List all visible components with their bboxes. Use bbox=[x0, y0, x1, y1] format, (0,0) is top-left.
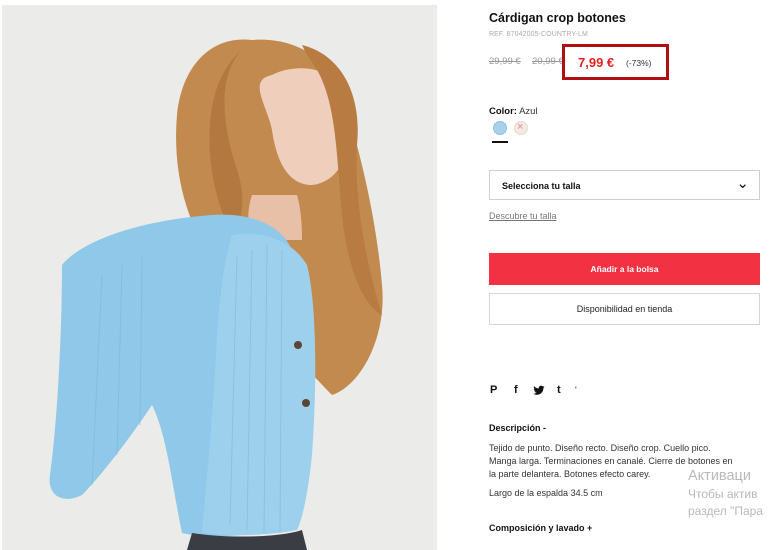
previous-sale-price: 20,99 € bbox=[532, 56, 564, 67]
size-select-label: Selecciona tu talla bbox=[502, 181, 581, 191]
description-toggle[interactable]: Descripción - bbox=[489, 423, 546, 433]
composition-toggle[interactable]: Composición y lavado + bbox=[489, 523, 592, 533]
more-share-icon[interactable]: ' bbox=[575, 383, 577, 397]
current-price-highlight: 7,99 € (-73%) bbox=[562, 44, 669, 80]
color-value: Azul bbox=[519, 106, 538, 117]
unavailable-cross-icon: × bbox=[517, 121, 524, 133]
product-image[interactable] bbox=[2, 5, 437, 550]
model-photo-illustration bbox=[2, 5, 437, 550]
watermark-line: раздел "Пара bbox=[688, 504, 763, 518]
size-select[interactable]: Selecciona tu talla ⌄ bbox=[489, 170, 760, 200]
discount-badge: (-73%) bbox=[626, 58, 652, 68]
color-swatch-blue[interactable] bbox=[493, 121, 507, 135]
tumblr-icon[interactable]: t bbox=[557, 383, 561, 397]
twitter-icon[interactable] bbox=[533, 383, 545, 400]
store-availability-button[interactable]: Disponibilidad en tienda bbox=[489, 293, 760, 325]
current-price: 7,99 € bbox=[578, 55, 615, 70]
color-label-title: Color: bbox=[489, 106, 517, 117]
selected-swatch-indicator bbox=[492, 141, 508, 143]
product-title: Cárdigan crop botones bbox=[489, 11, 626, 25]
chevron-down-icon: ⌄ bbox=[736, 175, 749, 192]
pinterest-icon[interactable]: P bbox=[490, 383, 497, 397]
activation-watermark: Активаци Чтобы актив раздел "Пара bbox=[688, 468, 777, 518]
add-to-bag-button[interactable]: Añadir a la bolsa bbox=[489, 253, 760, 285]
color-label: Color: Azul bbox=[489, 106, 538, 117]
watermark-line: Активаци bbox=[688, 468, 751, 484]
description-line: Tejido de punto. Diseño recto. Diseño cr… bbox=[489, 443, 711, 453]
facebook-icon[interactable]: f bbox=[514, 383, 518, 397]
product-reference: REF. 87042005-COUNTRY-LM bbox=[489, 31, 588, 38]
size-guide-link[interactable]: Descubre tu talla bbox=[489, 211, 557, 221]
original-price: 29,99 € bbox=[489, 56, 521, 67]
color-swatch-beige[interactable]: × bbox=[514, 121, 528, 135]
description-line: Manga larga. Terminaciones en canalé. Ci… bbox=[489, 456, 733, 467]
back-length: Largo de la espalda 34.5 cm bbox=[489, 488, 603, 498]
watermark-line: Чтобы актив bbox=[688, 487, 758, 501]
